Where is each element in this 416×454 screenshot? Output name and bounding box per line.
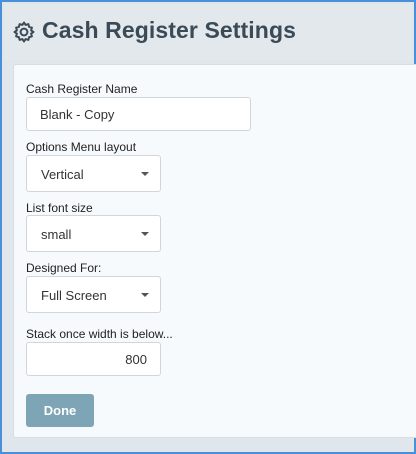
settings-form: Cash Register Name Options Menu layout V… — [13, 64, 416, 438]
list-font-size-label: List font size — [26, 201, 93, 215]
stack-width-label: Stack once width is below... — [26, 327, 173, 341]
cash-register-name-label: Cash Register Name — [26, 82, 138, 96]
list-font-size-select[interactable]: small — [26, 215, 161, 252]
designed-for-select[interactable]: Full Screen — [26, 276, 161, 313]
page-header: Cash Register Settings — [4, 4, 412, 60]
settings-window: Cash Register Settings Cash Register Nam… — [0, 0, 416, 454]
gear-icon — [13, 21, 35, 43]
list-font-size-value: small — [41, 227, 72, 242]
stack-width-input[interactable] — [26, 342, 161, 376]
done-button[interactable]: Done — [26, 394, 94, 427]
page-title: Cash Register Settings — [42, 17, 296, 43]
caret-down-icon — [141, 293, 149, 297]
designed-for-label: Designed For: — [26, 261, 102, 275]
caret-down-icon — [141, 232, 149, 236]
options-menu-layout-label: Options Menu layout — [26, 140, 137, 154]
options-menu-layout-select[interactable]: Vertical — [26, 155, 161, 192]
caret-down-icon — [141, 172, 149, 176]
designed-for-value: Full Screen — [41, 288, 107, 303]
options-menu-layout-value: Vertical — [41, 167, 84, 182]
cash-register-name-input[interactable] — [26, 97, 251, 131]
